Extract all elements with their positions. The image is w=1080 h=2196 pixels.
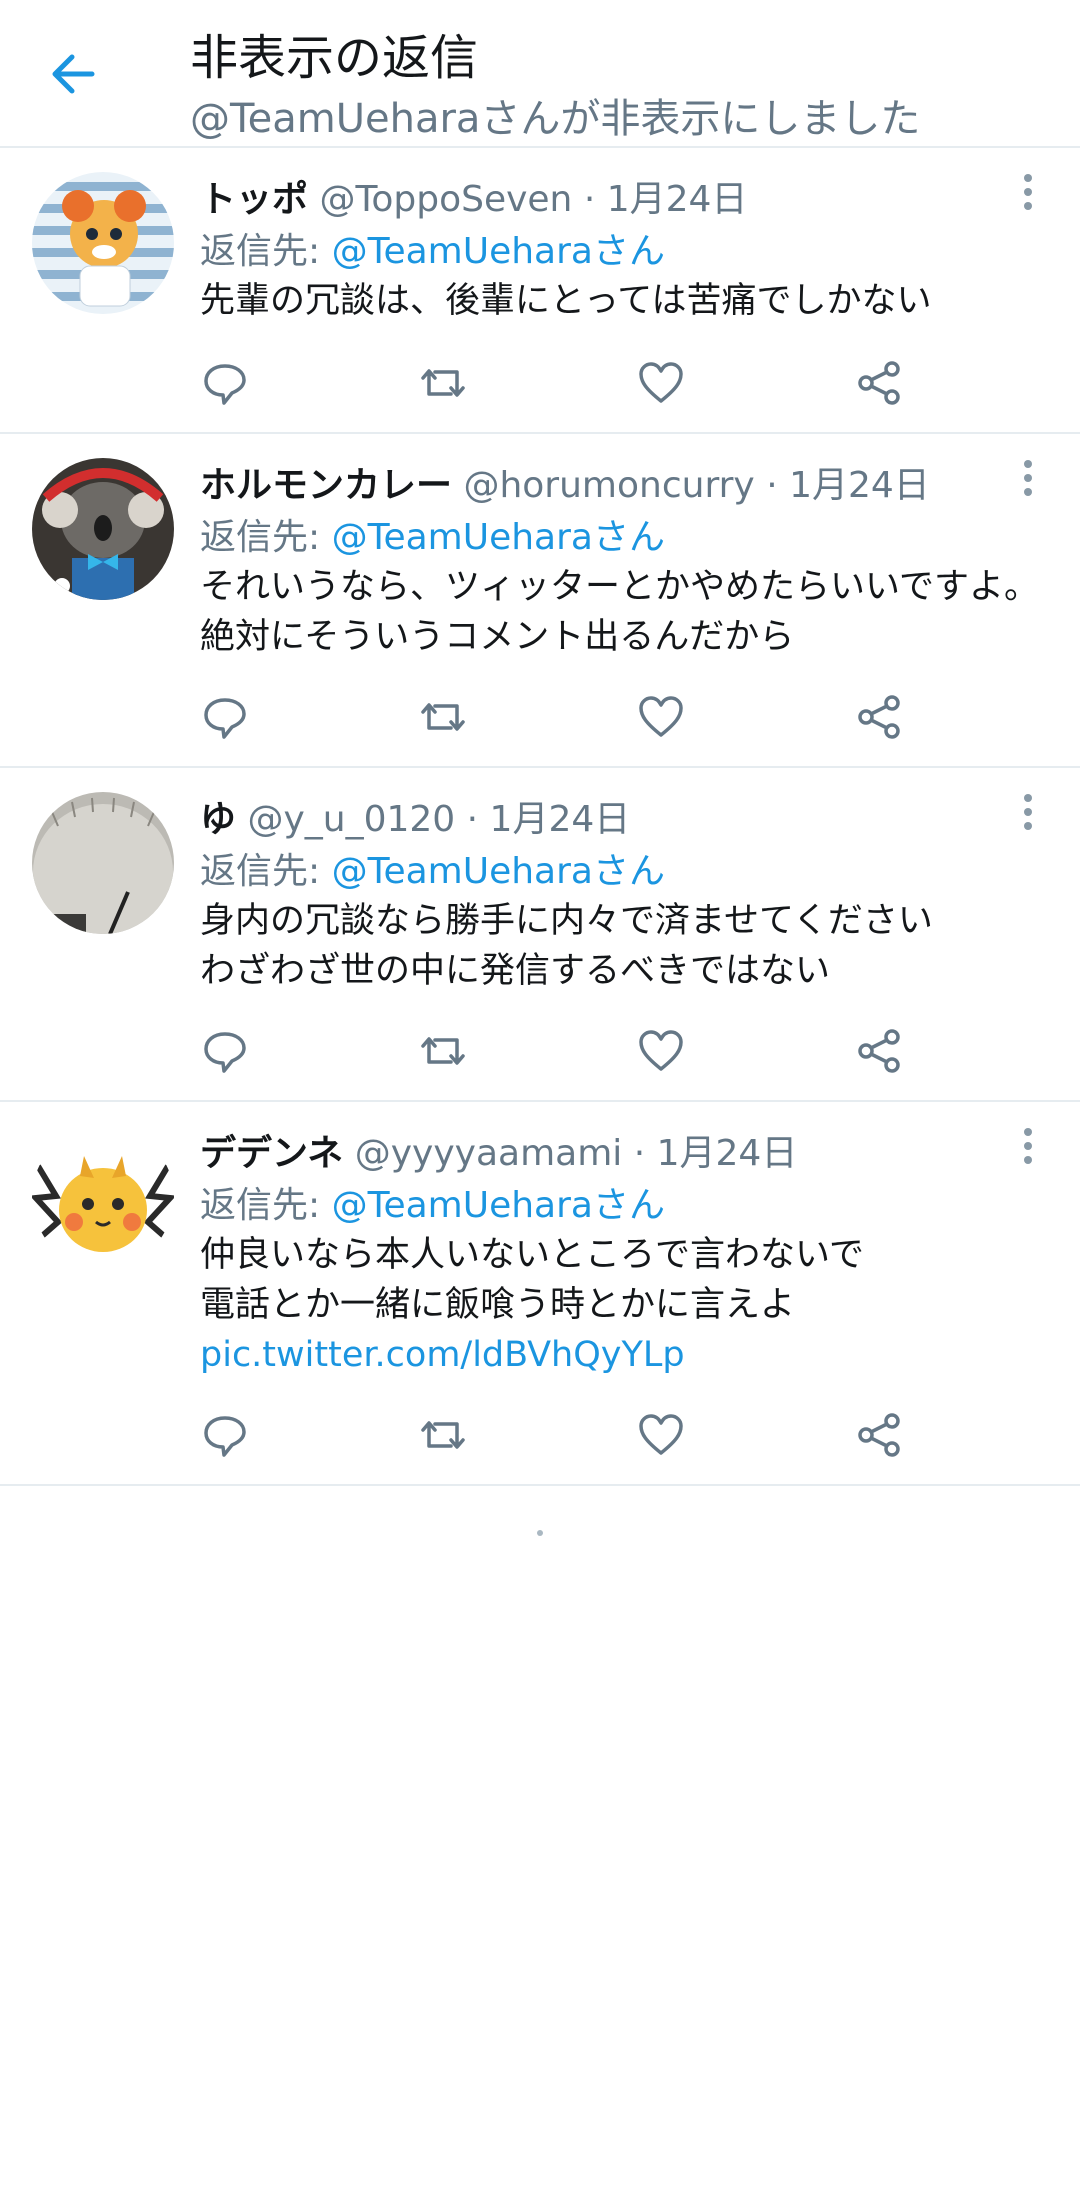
tweet-actions <box>200 358 960 418</box>
tweet-item[interactable]: ホルモンカレー @horumoncurry · 1月24日 返信先: @Team… <box>0 434 1080 768</box>
tweet-item[interactable]: トッポ @ToppoSeven · 1月24日 返信先: @TeamUehara… <box>0 148 1080 434</box>
share-icon[interactable] <box>854 1410 904 1460</box>
display-name[interactable]: ゆ <box>200 799 236 840</box>
tweet-text: 仲良いなら本人いないところで言わないで 電話とか一緒に飯喰う時とかに言えよ pi… <box>200 1230 864 1380</box>
tweet-text-line: 身内の冗談なら勝手に内々で済ませてください <box>200 901 933 941</box>
reply-context: 返信先: @TeamUeharaさん <box>200 222 665 274</box>
handle[interactable]: @horumoncurry <box>463 465 754 506</box>
more-vertical-icon[interactable] <box>1010 1124 1046 1168</box>
reply-bubble-icon[interactable] <box>200 1410 250 1460</box>
retweet-icon[interactable] <box>418 1410 468 1460</box>
reply-mention[interactable]: @TeamUeharaさん <box>332 1185 665 1226</box>
tweet-header: デデンネ @yyyyaamami · 1月24日 <box>200 1124 797 1176</box>
reply-prefix: 返信先: <box>200 851 321 892</box>
display-name[interactable]: トッポ <box>200 179 308 220</box>
tweet-actions <box>200 1410 960 1470</box>
tweet-text-line: 先輩の冗談は、後輩にとっては苦痛でしかない <box>200 281 932 321</box>
tweet-text: 身内の冗談なら勝手に内々で済ませてください わざわざ世の中に発信するべきではない <box>200 896 933 996</box>
avatar[interactable] <box>32 172 174 314</box>
heart-icon[interactable] <box>636 692 686 742</box>
retweet-icon[interactable] <box>418 692 468 742</box>
tweet-item[interactable]: デデンネ @yyyyaamami · 1月24日 返信先: @TeamUehar… <box>0 1102 1080 1486</box>
tweet-item[interactable]: ゆ @y_u_0120 · 1月24日 返信先: @TeamUeharaさん 身… <box>0 768 1080 1102</box>
tweet-actions <box>200 692 960 752</box>
tweet-header: トッポ @ToppoSeven · 1月24日 <box>200 170 747 222</box>
reply-context: 返信先: @TeamUeharaさん <box>200 508 665 560</box>
more-vertical-icon[interactable] <box>1010 790 1046 834</box>
reply-bubble-icon[interactable] <box>200 358 250 408</box>
reply-prefix: 返信先: <box>200 1185 321 1226</box>
tweet-actions <box>200 1026 960 1086</box>
retweet-icon[interactable] <box>418 1026 468 1076</box>
tweet-text: それいうなら、ツィッターとかやめたらいいですよ。 絶対にそういうコメント出るんだ… <box>200 562 1039 662</box>
tweet-date: · 1月24日 <box>466 799 631 840</box>
more-vertical-icon[interactable] <box>1010 170 1046 214</box>
heart-icon[interactable] <box>636 358 686 408</box>
reply-mention[interactable]: @TeamUeharaさん <box>332 517 665 558</box>
reply-prefix: 返信先: <box>200 231 321 272</box>
tweet-date: · 1月24日 <box>766 465 930 506</box>
more-vertical-icon[interactable] <box>1010 456 1046 500</box>
tweet-header: ホルモンカレー @horumoncurry · 1月24日 <box>200 456 930 508</box>
retweet-icon[interactable] <box>418 358 468 408</box>
heart-icon[interactable] <box>636 1026 686 1076</box>
handle[interactable]: @ToppoSeven <box>319 179 572 220</box>
share-icon[interactable] <box>854 1026 904 1076</box>
top-app-bar: 非表示の返信 @TeamUeharaさんが非表示にしました <box>0 0 1080 148</box>
share-icon[interactable] <box>854 692 904 742</box>
avatar[interactable] <box>32 792 174 934</box>
tweet-text: 先輩の冗談は、後輩にとっては苦痛でしかない <box>200 276 932 326</box>
tweet-header: ゆ @y_u_0120 · 1月24日 <box>200 790 630 842</box>
display-name[interactable]: ホルモンカレー <box>200 465 452 506</box>
avatar[interactable] <box>32 458 174 600</box>
page-title: 非表示の返信 <box>190 30 479 86</box>
reply-mention[interactable]: @TeamUeharaさん <box>332 851 665 892</box>
reply-bubble-icon[interactable] <box>200 1026 250 1076</box>
handle[interactable]: @yyyyaamami <box>355 1133 623 1174</box>
tweet-text-line: それいうなら、ツィッターとかやめたらいいですよ。 <box>200 567 1039 607</box>
reply-bubble-icon[interactable] <box>200 692 250 742</box>
display-name[interactable]: デデンネ <box>200 1133 343 1174</box>
reply-prefix: 返信先: <box>200 517 321 558</box>
tweet-text-line: 仲良いなら本人いないところで言わないで <box>200 1235 864 1275</box>
share-icon[interactable] <box>854 358 904 408</box>
heart-icon[interactable] <box>636 1410 686 1460</box>
tweet-date: · 1月24日 <box>583 179 748 220</box>
tweet-date: · 1月24日 <box>633 1133 798 1174</box>
handle[interactable]: @y_u_0120 <box>247 799 455 840</box>
arrow-left-icon[interactable] <box>44 44 104 104</box>
tweet-text-line: わざわざ世の中に発信するべきではない <box>200 951 831 991</box>
reply-context: 返信先: @TeamUeharaさん <box>200 1176 665 1228</box>
media-link[interactable]: pic.twitter.com/ldBVhQyYLp <box>200 1330 864 1380</box>
tweet-text-line: 絶対にそういうコメント出るんだから <box>200 617 795 657</box>
avatar[interactable] <box>32 1126 174 1268</box>
tweet-text-line: 電話とか一緒に飯喰う時とかに言えよ <box>200 1285 796 1325</box>
page-subtitle: @TeamUeharaさんが非表示にしました <box>190 96 921 142</box>
reply-context: 返信先: @TeamUeharaさん <box>200 842 665 894</box>
loading-indicator <box>537 1530 543 1536</box>
reply-mention[interactable]: @TeamUeharaさん <box>332 231 665 272</box>
